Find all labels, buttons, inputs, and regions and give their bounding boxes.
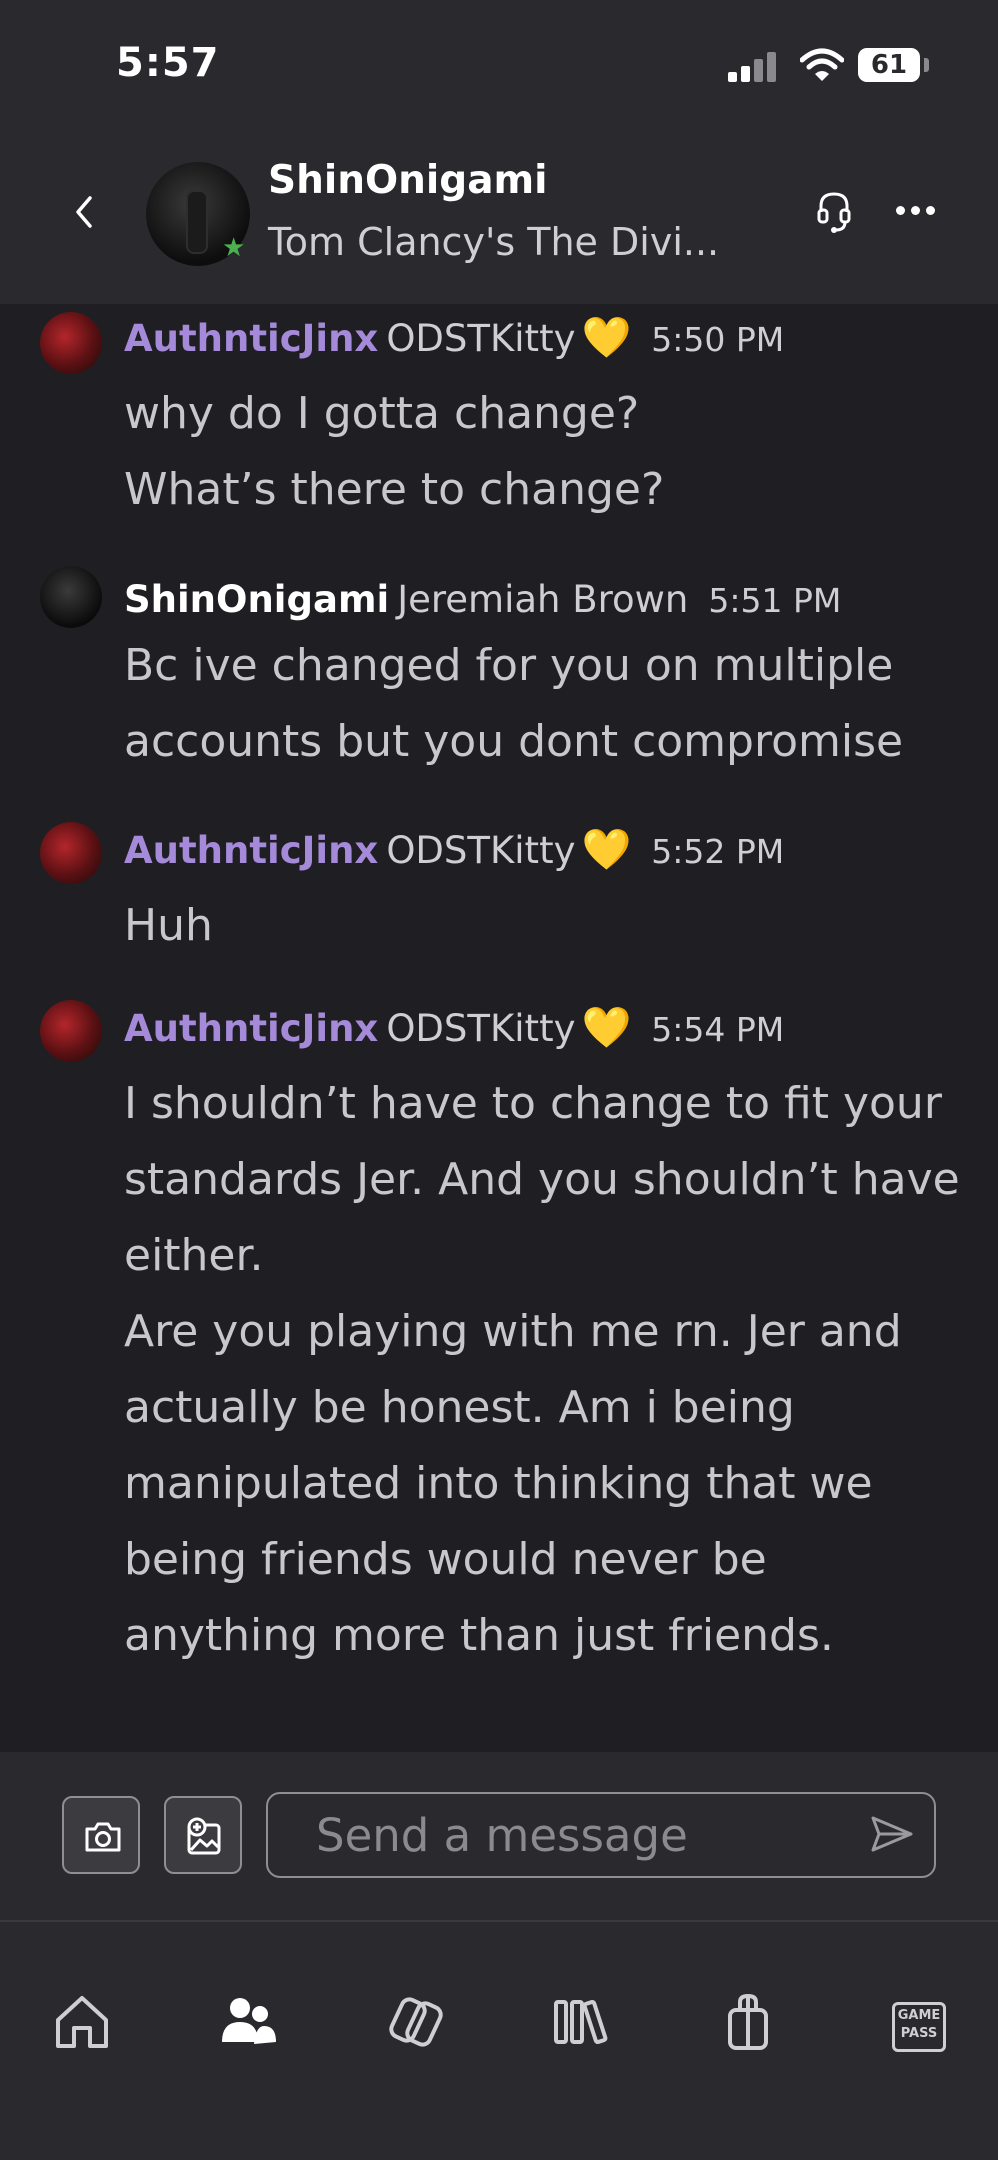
nav-home[interactable] <box>42 1982 122 2062</box>
sender-name[interactable]: AuthnticJinx <box>124 829 378 872</box>
yellow-heart-icon: 💛 <box>581 1005 632 1051</box>
nav-store[interactable] <box>708 1982 788 2062</box>
online-status-star-icon: ★ <box>222 233 246 263</box>
sender-real-name: ODSTKitty <box>386 1007 576 1050</box>
sender-avatar[interactable] <box>40 566 102 628</box>
message-text: Huh <box>124 888 964 964</box>
yellow-heart-icon: 💛 <box>581 315 632 361</box>
message-header: ShinOnigami Jeremiah Brown 5:51 PM <box>124 578 841 621</box>
message-time: 5:54 PM <box>651 1010 785 1049</box>
message-time: 5:50 PM <box>651 320 785 359</box>
yellow-heart-icon: 💛 <box>581 827 632 873</box>
camera-button[interactable] <box>62 1796 140 1874</box>
nav-social[interactable] <box>208 1982 288 2062</box>
message-line: Bc ive changed for you on multiple accou… <box>124 640 904 767</box>
more-options-icon[interactable] <box>896 206 936 218</box>
game-pass-label-top: GAME <box>897 2008 941 2023</box>
sender-avatar[interactable] <box>40 822 102 884</box>
message-time: 5:52 PM <box>651 832 785 871</box>
library-icon <box>554 1999 608 2045</box>
battery-indicator: 61 <box>858 48 920 82</box>
message-line: Are you playing with me rn. Jer and actu… <box>124 1306 902 1661</box>
message-header: AuthnticJinx ODSTKitty 💛 5:54 PM <box>124 1004 784 1051</box>
message-line: why do I gotta change? <box>124 388 640 439</box>
cellular-signal-icon <box>728 50 782 82</box>
home-icon <box>56 1996 108 2048</box>
camera-icon <box>85 1822 121 1852</box>
message-text: Bc ive changed for you on multiple accou… <box>124 628 964 780</box>
message-text: why do I gotta change? What’s there to c… <box>124 376 964 528</box>
message-line: I shouldn’t have to change to fit your s… <box>124 1078 960 1281</box>
cloud-gaming-icon <box>389 1997 443 2047</box>
wifi-icon <box>800 48 844 81</box>
message-composer <box>0 1752 998 1922</box>
game-pass-icon: GAME PASS <box>892 2002 946 2052</box>
avatar-figure <box>186 190 208 254</box>
nav-library[interactable] <box>542 1982 622 2062</box>
sender-name[interactable]: AuthnticJinx <box>124 1007 378 1050</box>
nav-cloud-gaming[interactable] <box>376 1982 456 2062</box>
add-image-button[interactable] <box>164 1796 242 1874</box>
status-time: 5:57 <box>116 40 220 86</box>
store-bag-icon <box>728 1993 768 2050</box>
sender-real-name: Jeremiah Brown <box>397 578 689 621</box>
sender-name[interactable]: AuthnticJinx <box>124 317 378 360</box>
nav-game-pass[interactable]: GAME PASS <box>874 1982 954 2062</box>
message-time: 5:51 PM <box>708 581 842 620</box>
send-icon[interactable] <box>870 1814 914 1854</box>
people-icon <box>222 1998 276 2044</box>
sender-real-name: ODSTKitty <box>386 829 576 872</box>
headset-icon[interactable] <box>816 190 852 234</box>
sender-avatar[interactable] <box>40 312 102 374</box>
message-input[interactable] <box>266 1792 936 1878</box>
back-chevron-icon[interactable] <box>70 192 100 232</box>
top-bar: 5:57 61 ★ ShinOnigami Tom Clancy's The D… <box>0 0 998 304</box>
add-image-icon <box>187 1817 221 1855</box>
sender-name[interactable]: ShinOnigami <box>124 578 389 621</box>
battery-nub <box>924 58 929 72</box>
message-line: Huh <box>124 900 213 951</box>
sender-avatar[interactable] <box>40 1000 102 1062</box>
contact-name[interactable]: ShinOnigami <box>268 158 548 203</box>
message-line: What’s there to change? <box>124 464 665 515</box>
game-pass-label-bottom: PASS <box>900 2026 938 2041</box>
message-header: AuthnticJinx ODSTKitty 💛 5:50 PM <box>124 314 784 361</box>
message-text: I shouldn’t have to change to fit your s… <box>124 1066 964 1674</box>
sender-real-name: ODSTKitty <box>386 317 576 360</box>
bottom-navigation: GAME PASS <box>0 1922 998 2160</box>
message-header: AuthnticJinx ODSTKitty 💛 5:52 PM <box>124 826 784 873</box>
contact-game-status: Tom Clancy's The Divi... <box>268 220 720 264</box>
